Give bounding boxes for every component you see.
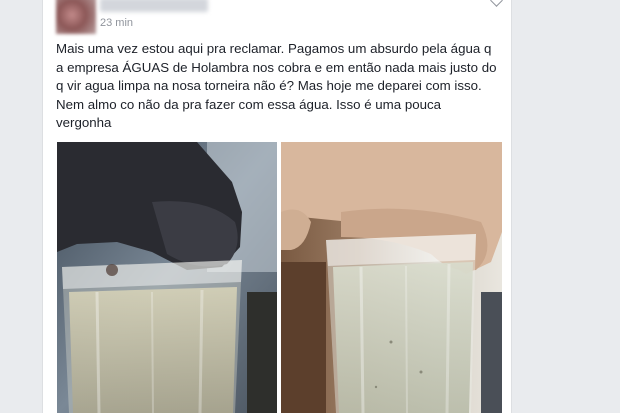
water-glass-photo: [281, 142, 502, 413]
chevron-down-icon[interactable]: [490, 0, 503, 7]
post-text: Mais uma vez estou aqui pra reclamar. Pa…: [56, 41, 497, 130]
avatar[interactable]: [56, 0, 96, 34]
post-card: 23 min Mais uma vez estou aqui pra recla…: [42, 0, 512, 413]
post-timestamp[interactable]: 23 min: [100, 17, 133, 29]
water-glass-photo: [57, 142, 277, 413]
post-meta: 23 min: [100, 16, 133, 30]
author-name-blurred[interactable]: [100, 0, 208, 12]
post-photo-right[interactable]: [281, 142, 502, 413]
post-photo-left[interactable]: [57, 142, 277, 413]
